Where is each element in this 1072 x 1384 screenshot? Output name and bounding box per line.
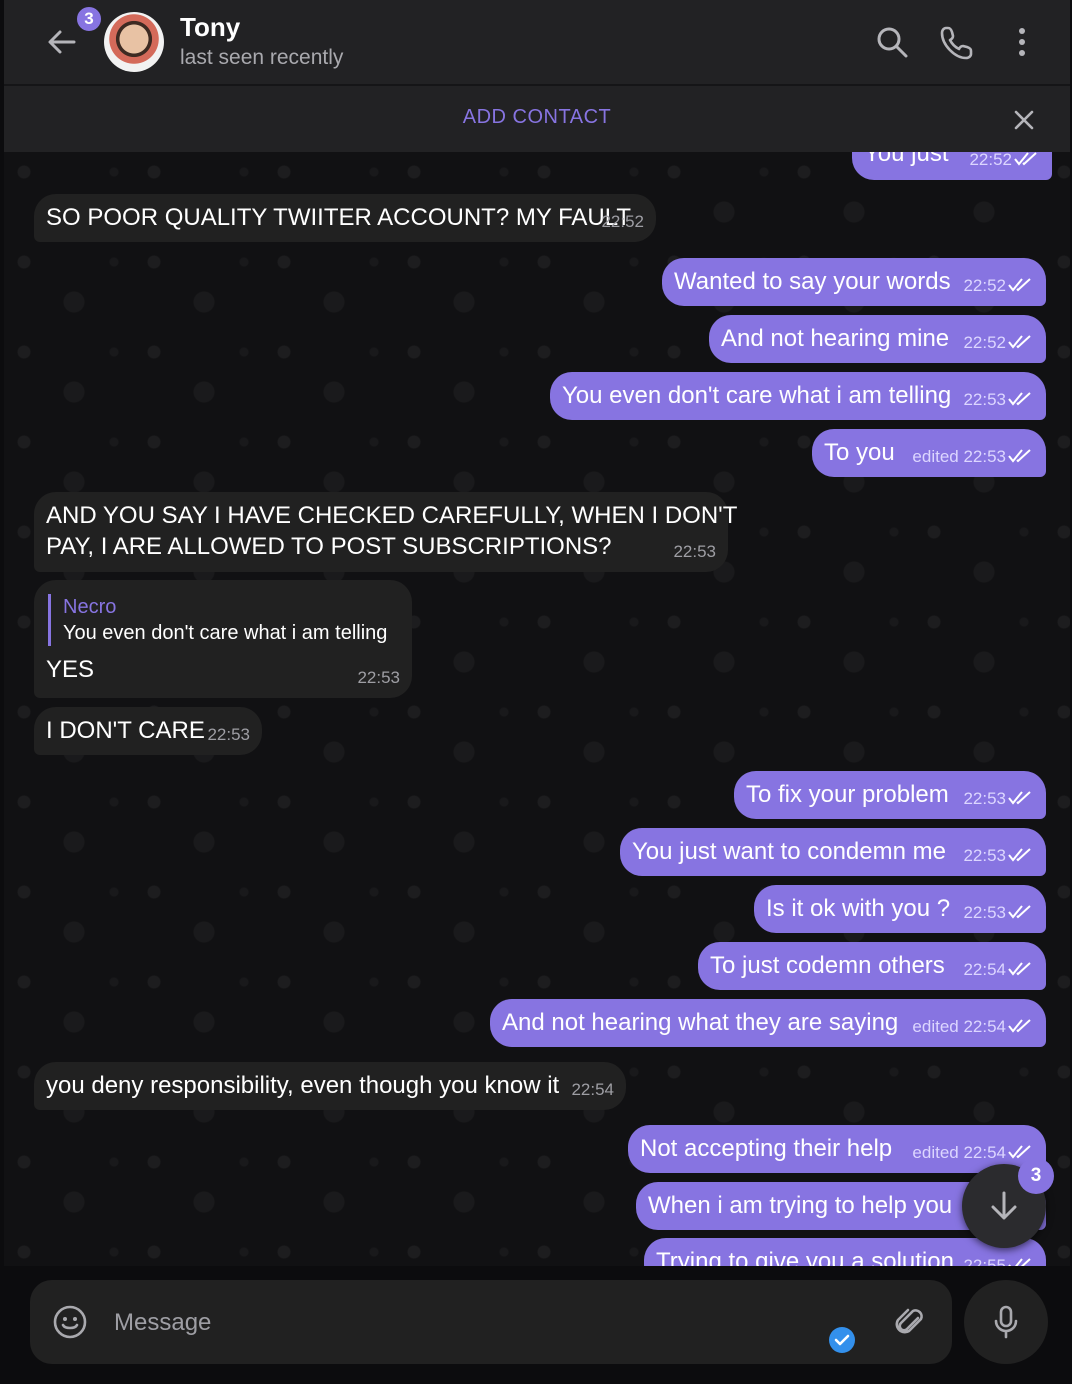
message-time: 22:53 xyxy=(963,897,1034,928)
verified-icon xyxy=(829,1327,855,1353)
incoming-message[interactable]: I DON'T CARE 22:53 xyxy=(34,707,262,755)
message-time: 22:54 xyxy=(963,954,1034,985)
message-time: 22:53 xyxy=(357,668,400,687)
reply-quote[interactable]: Necro You even don't care what i am tell… xyxy=(48,594,400,646)
message-composer xyxy=(30,1280,952,1364)
contact-name[interactable]: Tony xyxy=(180,12,240,43)
incoming-message[interactable]: you deny responsibility, even though you… xyxy=(34,1062,626,1110)
message-list[interactable]: You just 22:52 SO POOR QUALITY TWIITER A… xyxy=(4,152,1070,1266)
outgoing-message[interactable]: Wanted to say your words 22:52 xyxy=(662,258,1046,306)
message-input[interactable] xyxy=(112,1300,816,1346)
contact-status: last seen recently xyxy=(180,46,344,69)
message-text: When i am trying to help you xyxy=(648,1192,953,1219)
back-arrow-icon[interactable] xyxy=(44,24,80,60)
message-time: 22:53 xyxy=(963,840,1034,871)
message-time: edited 22:53 xyxy=(912,441,1034,472)
outgoing-message[interactable]: And not hearing mine 22:52 xyxy=(709,315,1046,363)
outgoing-message[interactable]: Is it ok with you ? 22:53 xyxy=(754,885,1046,933)
message-text: you deny responsibility, even though you… xyxy=(46,1072,560,1099)
message-text-line-2: PAY, I ARE ALLOWED TO POST SUBSCRIPTIONS… xyxy=(46,533,612,560)
message-text-line-1: AND YOU SAY I HAVE CHECKED CAREFULLY, WH… xyxy=(46,502,738,529)
double-check-icon xyxy=(1008,962,1031,976)
outgoing-message[interactable]: Not accepting their help edited 22:54 xyxy=(628,1125,1046,1173)
unread-badge: 3 xyxy=(74,4,104,34)
reply-text: You even don't care what i am telling xyxy=(63,622,388,644)
outgoing-message[interactable]: To just codemn others 22:54 xyxy=(698,942,1046,990)
double-check-icon xyxy=(1008,449,1031,463)
message-text: Not accepting their help xyxy=(640,1135,893,1162)
message-text: To fix your problem xyxy=(746,781,949,808)
message-text: Trying to give you a solution xyxy=(656,1248,954,1266)
message-text: Wanted to say your words xyxy=(674,268,951,295)
outgoing-message[interactable]: You even don't care what i am telling 22… xyxy=(550,372,1046,420)
message-time: 22:53 xyxy=(207,725,250,744)
message-text: You just want to condemn me xyxy=(632,838,946,865)
message-time: 22:52 xyxy=(601,212,644,231)
double-check-icon xyxy=(1014,152,1037,166)
incoming-message[interactable]: AND YOU SAY I HAVE CHECKED CAREFULLY, WH… xyxy=(34,492,738,572)
message-time: 22:53 xyxy=(963,384,1034,415)
message-time: 22:53 xyxy=(673,542,716,561)
message-text: Is it ok with you ? xyxy=(766,895,951,922)
message-time: 22:53 xyxy=(963,783,1034,814)
outgoing-message[interactable]: You just 22:52 xyxy=(852,152,1052,180)
message-time: edited 22:54 xyxy=(912,1137,1034,1168)
message-time: 22:52 xyxy=(969,152,1040,175)
message-time: edited 22:54 xyxy=(912,1011,1034,1042)
avatar[interactable] xyxy=(104,12,164,72)
double-check-icon xyxy=(1008,1258,1031,1266)
double-check-icon xyxy=(1008,848,1031,862)
voice-record-button[interactable] xyxy=(964,1280,1048,1364)
microphone-icon xyxy=(994,1305,1018,1339)
chat-header: 3 Tony last seen recently xyxy=(4,0,1070,86)
outgoing-message[interactable]: And not hearing what they are saying edi… xyxy=(490,999,1046,1047)
double-check-icon xyxy=(1008,1019,1031,1033)
arrow-down-icon xyxy=(991,1191,1017,1220)
message-time: 22:52 xyxy=(963,327,1034,358)
emoji-icon[interactable] xyxy=(52,1304,88,1340)
incoming-reply-message[interactable]: Necro You even don't care what i am tell… xyxy=(34,580,412,698)
message-text: SO POOR QUALITY TWIITER ACCOUNT? MY FAUL… xyxy=(46,204,631,231)
message-text: To you xyxy=(824,439,895,466)
message-text: To just codemn others xyxy=(710,952,945,979)
double-check-icon xyxy=(1008,905,1031,919)
unread-count-badge: 3 xyxy=(1018,1158,1054,1194)
outgoing-message[interactable]: To fix your problem 22:53 xyxy=(734,771,1046,819)
message-text: And not hearing what they are saying xyxy=(502,1009,899,1036)
message-text: I DON'T CARE xyxy=(46,717,205,744)
message-time: 22:55 xyxy=(963,1250,1034,1266)
message-text: You even don't care what i am telling xyxy=(562,382,952,409)
outgoing-message[interactable]: You just want to condemn me 22:53 xyxy=(620,828,1046,876)
message-text: YES xyxy=(46,656,95,683)
double-check-icon xyxy=(1008,335,1031,349)
add-contact-button[interactable]: ADD CONTACT xyxy=(4,106,1070,129)
paperclip-icon[interactable] xyxy=(892,1304,928,1340)
double-check-icon xyxy=(1008,1145,1031,1159)
double-check-icon xyxy=(1008,278,1031,292)
message-time: 22:54 xyxy=(571,1080,614,1099)
double-check-icon xyxy=(1008,791,1031,805)
phone-icon[interactable] xyxy=(940,24,976,60)
message-time: 22:52 xyxy=(963,270,1034,301)
message-text: You just xyxy=(864,152,949,167)
close-icon[interactable] xyxy=(1012,108,1036,132)
outgoing-message[interactable]: To you edited 22:53 xyxy=(812,429,1046,477)
double-check-icon xyxy=(1008,392,1031,406)
message-text: And not hearing mine xyxy=(721,325,950,352)
incoming-message[interactable]: SO POOR QUALITY TWIITER ACCOUNT? MY FAUL… xyxy=(34,194,656,242)
add-contact-bar: ADD CONTACT xyxy=(4,86,1070,153)
search-icon[interactable] xyxy=(874,24,910,60)
reply-author: Necro xyxy=(63,596,117,618)
more-vertical-icon[interactable] xyxy=(1004,24,1040,60)
